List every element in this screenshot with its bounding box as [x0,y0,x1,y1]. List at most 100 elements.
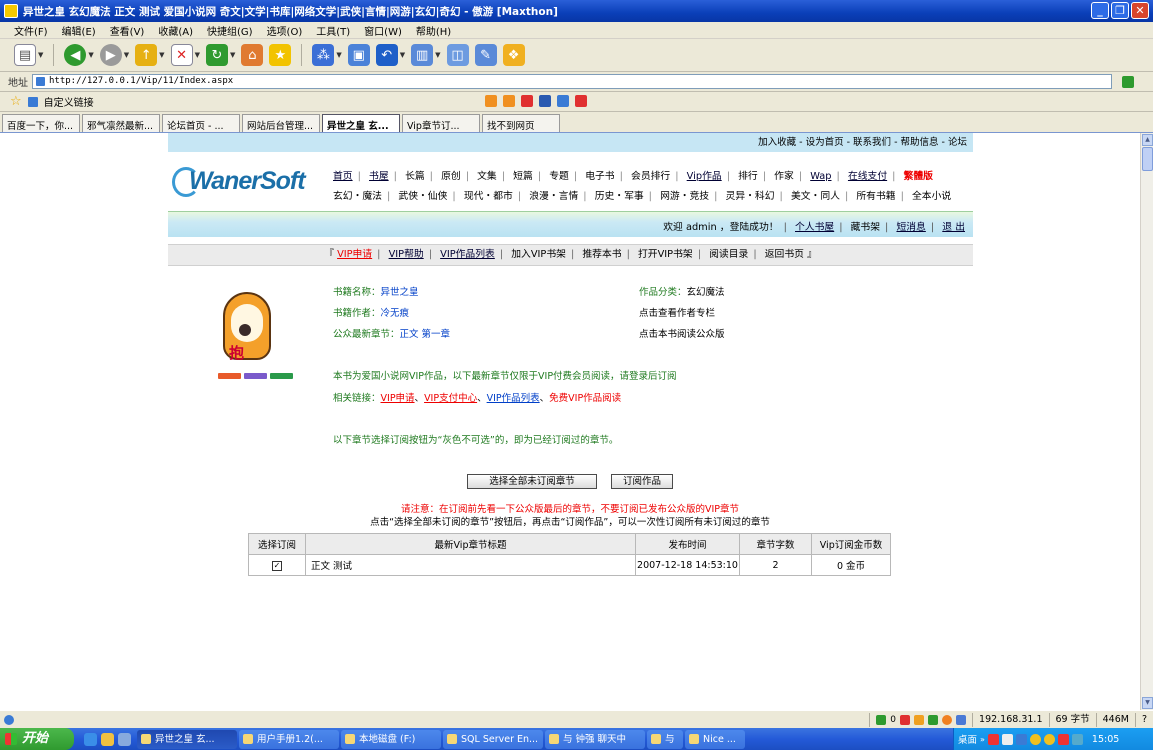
popup-blocker-icon[interactable]: ▣ [347,44,370,66]
home-icon[interactable]: ⌂ [241,44,264,66]
dropdown-arrow-icon[interactable]: ▼ [336,51,341,59]
cat-fantasy[interactable]: 玄幻・魔法 [333,191,382,202]
checkbox-check[interactable]: ✓ [272,560,282,571]
back-icon[interactable]: ◀ [64,44,87,66]
nav-ebook[interactable]: 电子书 [585,171,614,182]
desktop-label[interactable]: 桌面 [958,732,977,746]
nav-writers[interactable]: 作家 [774,171,794,182]
book-author[interactable]: 冷无痕 [381,308,410,319]
logout-link[interactable]: 退 出 [942,222,965,233]
stop-icon[interactable]: ✕ [170,44,193,66]
vip-works-list-link[interactable]: VIP作品列表 [440,249,495,260]
vip-help-link[interactable]: VIP帮助 [389,249,424,260]
badge-icon[interactable] [218,373,241,379]
groups-icon[interactable]: ⁂ [312,44,335,66]
nav-wap[interactable]: Wap [810,171,831,182]
status-window-icon[interactable] [956,714,967,725]
start-button[interactable]: 开始 [0,728,74,750]
edit-icon[interactable]: ✎ [474,44,497,66]
cat-history[interactable]: 历史・军事 [595,191,644,202]
undo-icon[interactable]: ↶ [375,44,398,66]
cat-fanfic[interactable]: 美文・同人 [791,191,840,202]
menu-window[interactable]: 窗口(W) [364,23,402,38]
row-checkbox[interactable]: ✓ [248,554,306,576]
task-chat-2[interactable]: 与 [647,729,683,749]
top-links[interactable]: 加入收藏 - 设为首页 - 联系我们 - 帮助信息 - 论坛 [758,137,967,148]
ie-icon[interactable] [84,732,97,746]
plugin-icon[interactable] [521,95,533,107]
close-button[interactable]: ✕ [1131,2,1149,19]
cat-urban[interactable]: 现代・都市 [464,191,513,202]
badge-icon[interactable] [244,373,267,379]
restore-button[interactable]: ❐ [1111,2,1129,19]
menu-edit[interactable]: 编辑(E) [62,23,96,38]
tab-baidu[interactable]: 百度一下，你... [2,114,80,132]
tray-alert-icon[interactable] [1057,733,1069,745]
status-green-icon[interactable] [928,714,939,725]
nav-collection[interactable]: 文集 [477,171,497,182]
menu-tools[interactable]: 工具(T) [316,23,350,38]
security-icon[interactable] [876,714,887,725]
book-cover[interactable]: 抱 [219,284,277,367]
book-name[interactable]: 异世之皇 [381,287,419,298]
favorites-star-icon[interactable]: ☆ [10,94,22,109]
refresh-icon[interactable]: ↻ [205,44,228,66]
scroll-thumb[interactable] [1142,147,1153,171]
scroll-down-icon[interactable]: ▼ [1142,697,1153,709]
menu-options[interactable]: 选项(O) [267,23,303,38]
tray-expand-icon[interactable]: » [980,735,985,744]
sidebar-icon[interactable]: ◫ [446,44,469,66]
up-level-icon[interactable]: ↑ [135,44,158,66]
dropdown-arrow-icon[interactable]: ▼ [124,51,129,59]
nav-home[interactable]: 首页 [333,171,353,182]
related-vip-pay[interactable]: VIP支付中心 [424,393,477,404]
nav-long[interactable]: 长篇 [405,171,425,182]
badge-icon[interactable] [270,373,293,379]
tray-network-icon[interactable] [1001,733,1013,745]
minimize-button[interactable]: _ [1091,2,1109,19]
dropdown-arrow-icon[interactable]: ▼ [38,51,43,59]
open-vip-shelf-link[interactable]: 打开VIP书架 [638,249,693,260]
menu-groups[interactable]: 快捷组(G) [207,23,253,38]
menu-view[interactable]: 查看(V) [110,23,145,38]
nav-vip-works[interactable]: Vip作品 [687,171,722,182]
status-gear-icon[interactable] [942,714,953,725]
block-icon[interactable] [900,714,911,725]
nav-short[interactable]: 短篇 [513,171,533,182]
reading-index-link[interactable]: 阅读目录 [709,249,748,260]
tray-qq-icon[interactable] [1029,733,1041,745]
plugin-icon[interactable] [557,95,569,107]
scroll-up-icon[interactable]: ▲ [1142,134,1153,146]
menu-help[interactable]: 帮助(H) [416,23,451,38]
tab-current-book[interactable]: 异世之皇 玄... [322,114,400,132]
tab-not-found[interactable]: 找不到网页 [482,114,560,132]
tab-novel[interactable]: 邪气凛然最新... [82,114,160,132]
dropdown-arrow-icon[interactable]: ▼ [88,51,93,59]
tab-admin[interactable]: 网站后台管理... [242,114,320,132]
task-chat-1[interactable]: 与 钟强 聊天中 [545,729,645,749]
cat-romance[interactable]: 浪漫・言情 [529,191,578,202]
nav-bookhouse[interactable]: 书屋 [369,171,389,182]
related-free-vip[interactable]: 免费VIP作品阅读 [549,393,621,404]
tab-vip-subscribe[interactable]: Vip章节订... [402,114,480,132]
tab-forum[interactable]: 论坛首页 - ... [162,114,240,132]
nav-original[interactable]: 原创 [441,171,461,182]
go-icon[interactable] [1122,75,1134,88]
cat-all-books[interactable]: 所有书籍 [856,191,895,202]
public-read-link[interactable]: 点击本书阅读公众版 [639,326,725,340]
tray-qq-icon[interactable] [1043,733,1055,745]
back-to-book-link[interactable]: 返回书页 [765,249,804,260]
menu-file[interactable]: 文件(F) [14,23,48,38]
favorites-star-icon[interactable]: ★ [269,44,292,66]
cat-wuxia[interactable]: 武侠・仙侠 [398,191,447,202]
related-vip-apply[interactable]: VIP申请 [381,393,415,404]
tray-ie-icon[interactable] [1015,733,1027,745]
plugin-icon[interactable] [575,95,587,107]
new-page-icon[interactable]: ▤ [14,44,36,66]
row-title[interactable]: 正文 测试 [305,554,636,576]
custom-links-label[interactable]: 自定义链接 [44,94,94,109]
task-browser[interactable]: 异世之皇 玄... [137,729,237,749]
plugin-icon[interactable]: ❖ [502,44,525,66]
nav-traditional[interactable]: 繁體版 [904,171,933,182]
page-scrollbar[interactable]: ▲ ▼ [1140,133,1153,710]
